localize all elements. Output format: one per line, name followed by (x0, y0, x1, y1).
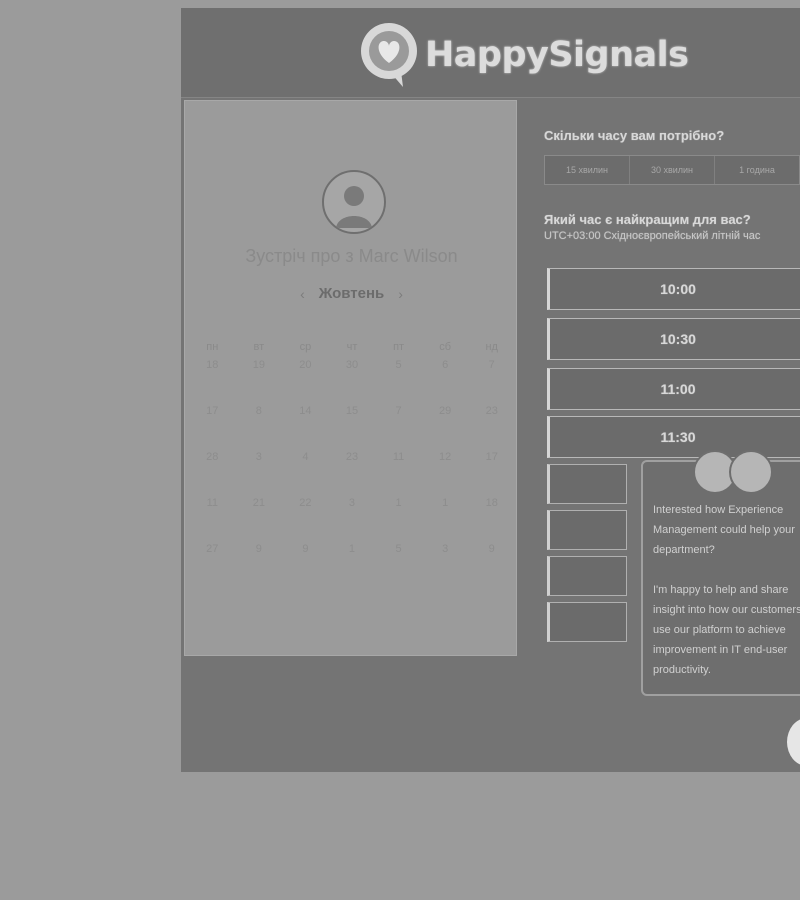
current-month: Жовтень (318, 285, 385, 302)
time-slot-partial[interactable] (547, 602, 627, 642)
calendar-day[interactable]: 23 (329, 451, 376, 465)
duration-selector: 15 хвилин 30 хвилин 1 година (544, 155, 800, 185)
meeting-title: Зустріч про з Marc Wilson (245, 246, 458, 266)
happysignals-logo: HappySignals (357, 20, 689, 90)
calendar-day[interactable]: 9 (282, 543, 329, 557)
calendar-day[interactable]: 14 (282, 405, 329, 419)
heart-chat-logo-icon (357, 21, 421, 89)
calendar-day[interactable]: 1 (422, 497, 469, 511)
calendar-days: 18 19 20 30 5 6 7 17 8 14 15 7 29 23 28 … (189, 359, 515, 557)
calendar-day[interactable]: 7 (468, 359, 515, 373)
weekday-label: пн (206, 341, 219, 353)
calendar-day[interactable]: 20 (282, 359, 329, 373)
time-slot-partial[interactable] (547, 464, 627, 504)
time-question: Який час є найкращим для вас? (544, 212, 751, 227)
time-slot[interactable]: 10:30 (547, 318, 800, 360)
calendar-day[interactable]: 28 (189, 451, 236, 465)
weekday-label: ср (299, 341, 312, 353)
agent-avatar (729, 450, 773, 494)
host-avatar (322, 170, 386, 234)
duration-question: Скільки часу вам потрібно? (544, 128, 725, 143)
calendar-day[interactable]: 15 (329, 405, 376, 419)
calendar-day[interactable]: 7 (375, 405, 422, 419)
duration-option-60[interactable]: 1 година (715, 156, 799, 184)
duration-option-30[interactable]: 30 хвилин (630, 156, 715, 184)
calendar-day[interactable]: 9 (236, 543, 283, 557)
time-slot[interactable]: 11:00 (547, 368, 800, 410)
calendar-day[interactable]: 5 (375, 359, 422, 373)
calendar-day[interactable]: 23 (468, 405, 515, 419)
time-slot[interactable]: 10:00 (547, 268, 800, 310)
brand-name: HappySignals (425, 35, 689, 75)
calendar-day[interactable]: 5 (375, 543, 422, 557)
calendar-day[interactable]: 17 (468, 451, 515, 465)
prev-month-icon[interactable]: ‹ (300, 286, 305, 302)
calendar-day[interactable]: 19 (236, 359, 283, 373)
calendar-day[interactable]: 21 (236, 497, 283, 511)
calendar-day[interactable]: 9 (468, 543, 515, 557)
calendar-day[interactable]: 18 (468, 497, 515, 511)
month-navigation: ‹ Жовтень › (185, 285, 518, 302)
chat-message: I'm happy to help and share insight into… (653, 584, 800, 676)
weekday-header: пн вт ср чт пт сб нд (189, 341, 515, 353)
calendar-day[interactable]: 27 (189, 543, 236, 557)
time-slot-partial[interactable] (547, 510, 627, 550)
calendar-day[interactable]: 30 (329, 359, 376, 373)
header: HappySignals (181, 8, 800, 98)
weekday-label: вт (253, 341, 265, 353)
weekday-label: нд (485, 341, 498, 353)
calendar-day[interactable]: 3 (236, 451, 283, 465)
weekday-label: сб (439, 341, 452, 353)
weekday-label: пт (393, 341, 405, 353)
calendar-day[interactable]: 18 (189, 359, 236, 373)
calendar-day[interactable]: 3 (422, 543, 469, 557)
calendar-day[interactable]: 12 (422, 451, 469, 465)
next-month-icon[interactable]: › (398, 286, 403, 302)
calendar-day[interactable]: 11 (375, 451, 422, 465)
calendar-day[interactable]: 6 (422, 359, 469, 373)
time-question-block: Який час є найкращим для вас? UTC+03:00 … (544, 212, 760, 244)
chat-agent-avatars (693, 450, 773, 494)
calendar-day[interactable]: 8 (236, 405, 283, 419)
calendar-day[interactable]: 29 (422, 405, 469, 419)
timezone-selector[interactable]: UTC+03:00 Східноєвропейський літній час (544, 228, 760, 244)
time-slot-partial[interactable] (547, 556, 627, 596)
calendar-panel: Зустріч про з Marc Wilson ‹ Жовтень › пн… (184, 100, 517, 656)
calendar-day[interactable]: 4 (282, 451, 329, 465)
chat-message: Interested how Experience Management cou… (653, 504, 795, 556)
calendar-day[interactable]: 22 (282, 497, 329, 511)
chat-launcher-button[interactable] (787, 718, 800, 766)
calendar-day[interactable]: 3 (329, 497, 376, 511)
chat-popup: Interested how Experience Management cou… (641, 450, 800, 696)
calendar-day[interactable]: 1 (329, 543, 376, 557)
weekday-label: чт (346, 341, 358, 353)
calendar-day[interactable]: 11 (189, 497, 236, 511)
calendar-day[interactable]: 17 (189, 405, 236, 419)
calendar-day[interactable]: 1 (375, 497, 422, 511)
scheduler-window: HappySignals Зустріч про з Marc Wilson ‹… (181, 8, 800, 772)
duration-option-15[interactable]: 15 хвилин (545, 156, 630, 184)
